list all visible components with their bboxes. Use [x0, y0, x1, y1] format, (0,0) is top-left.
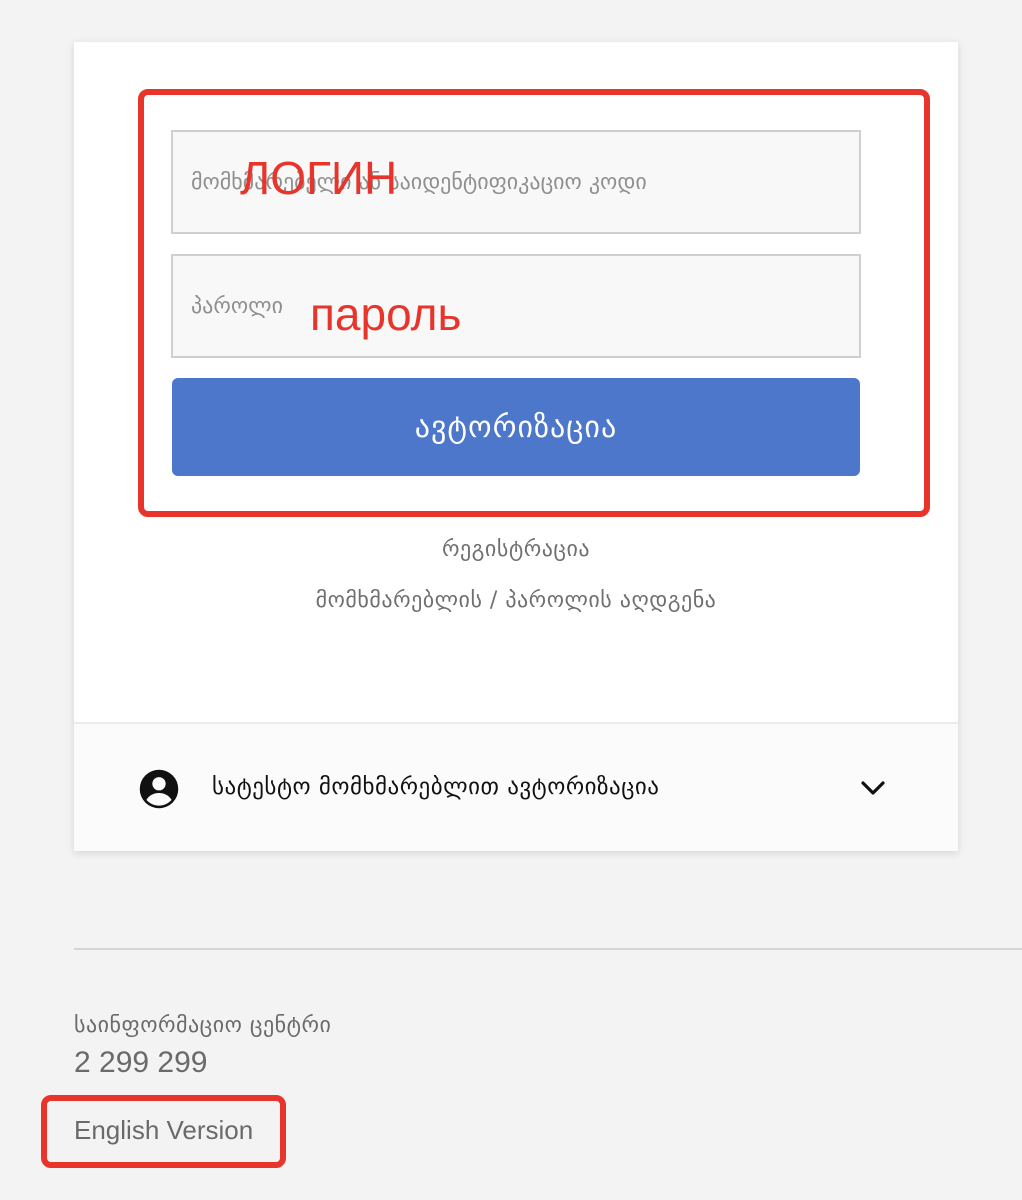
test-user-label: სატესტო მომხმარებლით ავტორიზაცია — [212, 774, 660, 800]
recover-credentials-link[interactable]: მომხმარებლის / პაროლის აღდგენა — [74, 588, 958, 613]
chevron-down-icon[interactable] — [858, 777, 888, 799]
login-submit-button[interactable]: ავტორიზაცია — [172, 378, 860, 476]
test-user-login-toggle[interactable]: სატესტო მომხმარებლით ავტორიზაცია — [74, 724, 958, 851]
register-link[interactable]: რეგისტრაცია — [74, 537, 958, 562]
account-circle-icon — [139, 769, 179, 809]
username-input[interactable] — [171, 130, 861, 234]
info-center-phone: 2 299 299 — [74, 1046, 208, 1079]
english-version-link[interactable]: English Version — [74, 1115, 253, 1146]
password-input[interactable] — [171, 254, 861, 358]
info-center-title: საინფორმაციო ცენტრი — [74, 1013, 332, 1038]
footer-divider — [74, 948, 1022, 950]
